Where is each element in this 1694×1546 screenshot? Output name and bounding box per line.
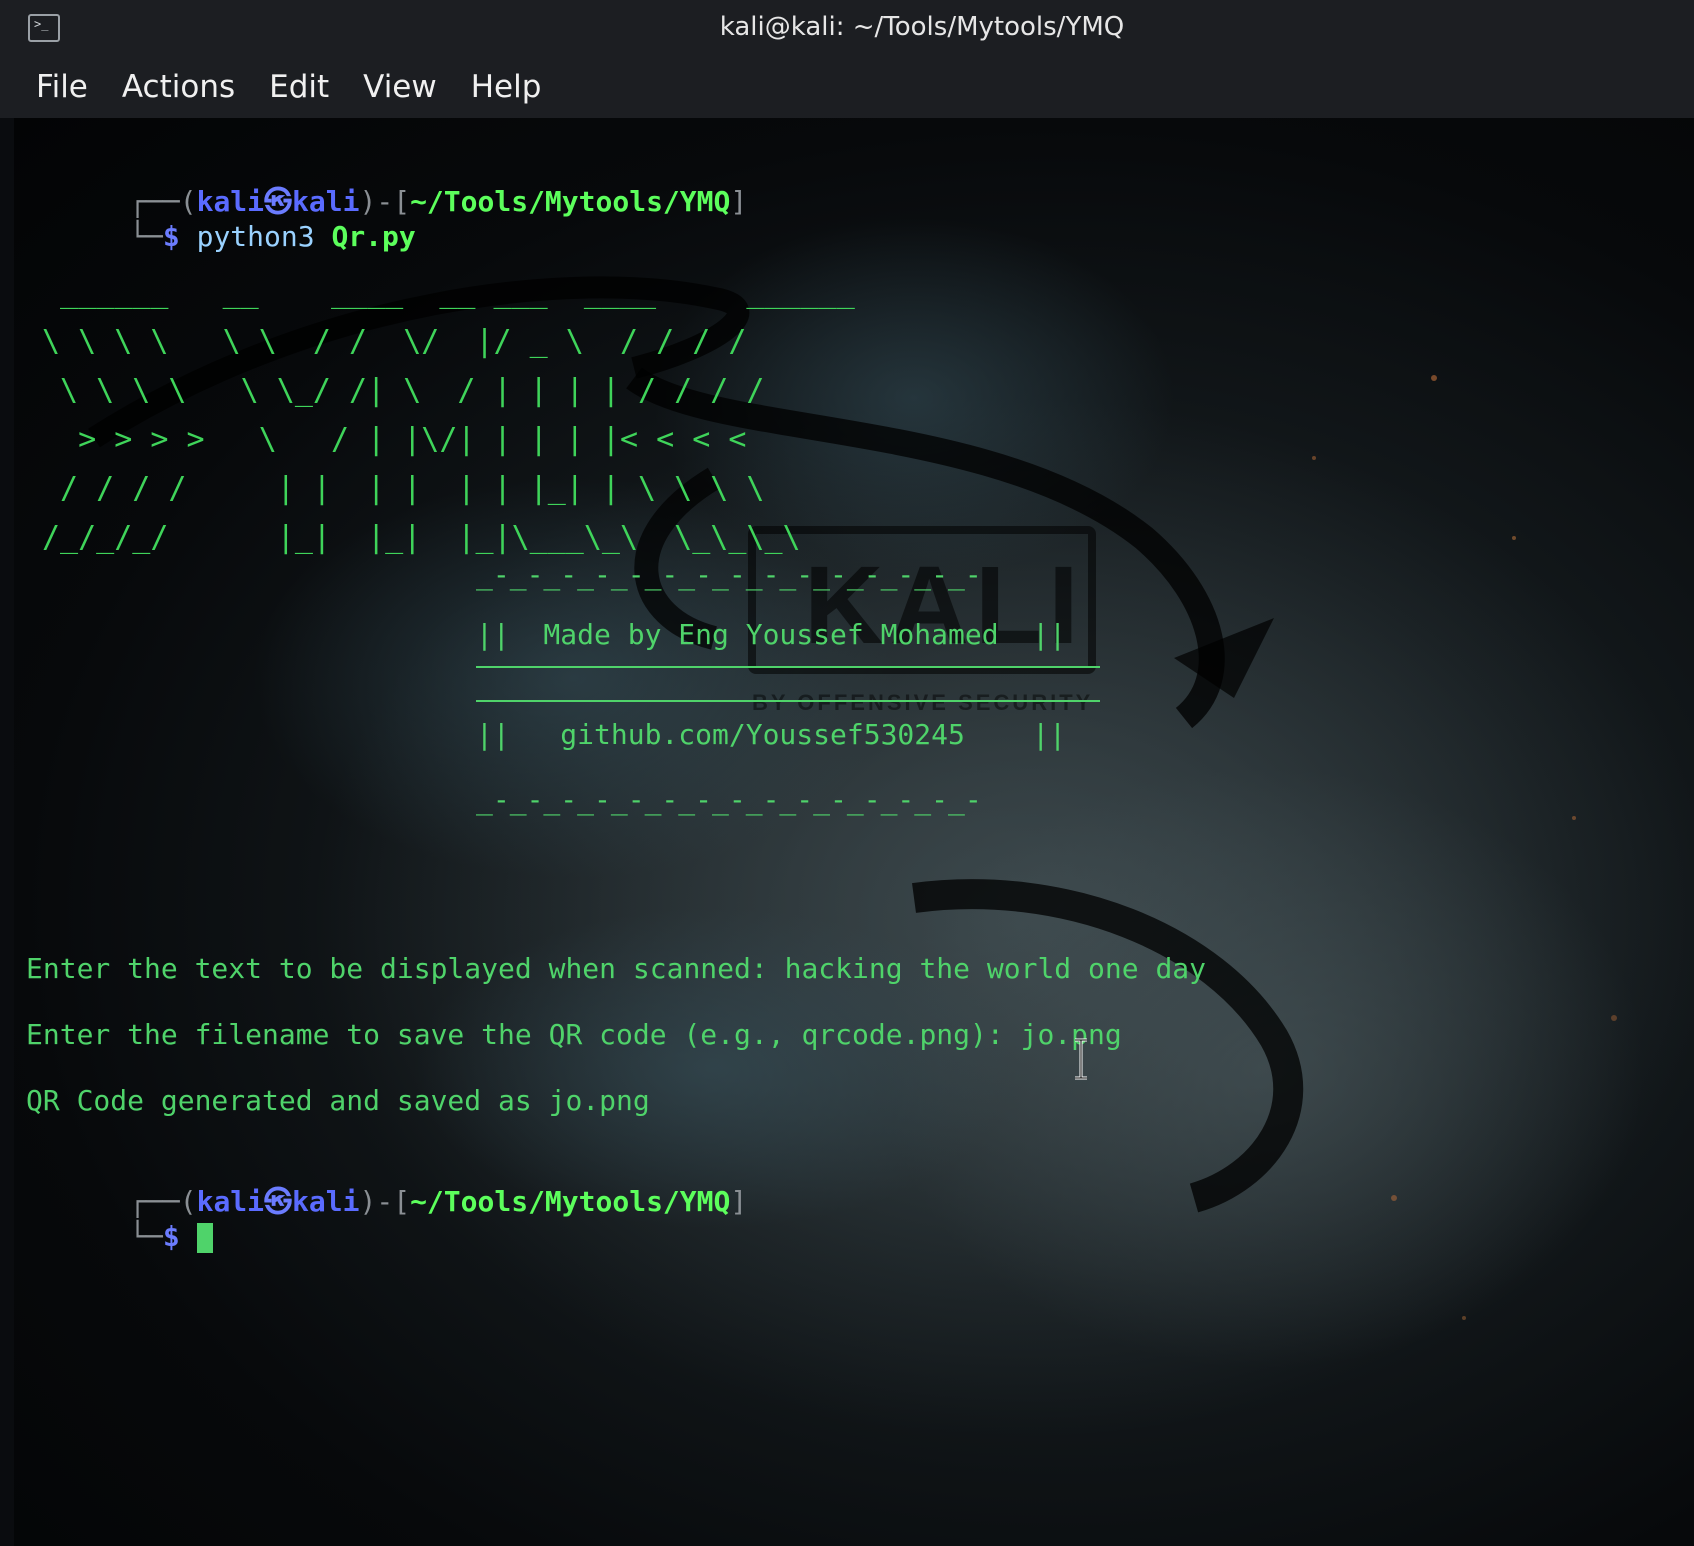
menu-help[interactable]: Help: [471, 69, 542, 105]
prompt-frame-bottom: └─: [129, 220, 163, 253]
prompt-bracket-end: ]: [730, 185, 748, 218]
window-title: kali@kali: ~/Tools/Mytools/YMQ: [719, 12, 1125, 42]
ymq-ascii-banner: ______ __ ____ __ ___ ____ ______ \ \ \ …: [42, 275, 855, 555]
prompt-dollar: $: [162, 220, 180, 253]
menu-actions[interactable]: Actions: [122, 69, 235, 105]
title-bar: >_ kali@kali: ~/Tools/Mytools/YMQ: [0, 0, 1694, 56]
command-arg: Qr.py: [331, 220, 416, 253]
menu-bar: File Actions Edit View Help: [0, 56, 1694, 118]
menu-view[interactable]: View: [363, 69, 437, 105]
terminal-window: >_ kali@kali: ~/Tools/Mytools/YMQ File A…: [0, 0, 1694, 1546]
banner-dashes-bottom: _-_-_-_-_-_-_-_-_-_-_-_-_-_-_-: [476, 783, 982, 816]
banner-divider-1: [476, 666, 1100, 668]
menu-file[interactable]: File: [36, 69, 88, 105]
kali-logo-subtext: BY OFFENSIVE SECURITY: [752, 690, 1093, 715]
prompt2-bracket-end: ]: [730, 1185, 748, 1218]
mouse-ibeam-cursor-icon: [1075, 1038, 1087, 1080]
command-name: python3: [196, 220, 315, 253]
banner-github-line: || github.com/Youssef530245 ||: [476, 718, 1067, 751]
prompt2-frame-bottom: └─: [129, 1220, 163, 1253]
prompt2-dollar: $: [162, 1220, 180, 1253]
prompt2-bracket: )-[: [359, 1185, 411, 1218]
output-result: QR Code generated and saved as jo.png: [26, 1084, 650, 1117]
banner-author-line: || Made by Eng Youssef Mohamed ||: [476, 618, 1067, 651]
menu-edit[interactable]: Edit: [269, 69, 329, 105]
prompt2-host: kali: [292, 1185, 360, 1218]
banner-dashes-top: _-_-_-_-_-_-_-_-_-_-_-_-_-_-_-: [476, 558, 982, 591]
terminal-output-area[interactable]: KALI BY OFFENSIVE SECURITY ┌──(kali㉿kali…: [14, 118, 1694, 1546]
output-prompt-filename: Enter the filename to save the QR code (…: [26, 1018, 1122, 1051]
prompt2-at-symbol: ㉿: [264, 1185, 293, 1218]
prompt2-path: ~/Tools/Mytools/YMQ: [410, 1185, 731, 1218]
output-prompt-text: Enter the text to be displayed when scan…: [26, 952, 1207, 985]
banner-divider-2: [476, 700, 1100, 702]
prompt-path: ~/Tools/Mytools/YMQ: [410, 185, 731, 218]
text-cursor: [196, 1223, 213, 1253]
prompt2-line-bottom[interactable]: └─$: [28, 1186, 213, 1288]
